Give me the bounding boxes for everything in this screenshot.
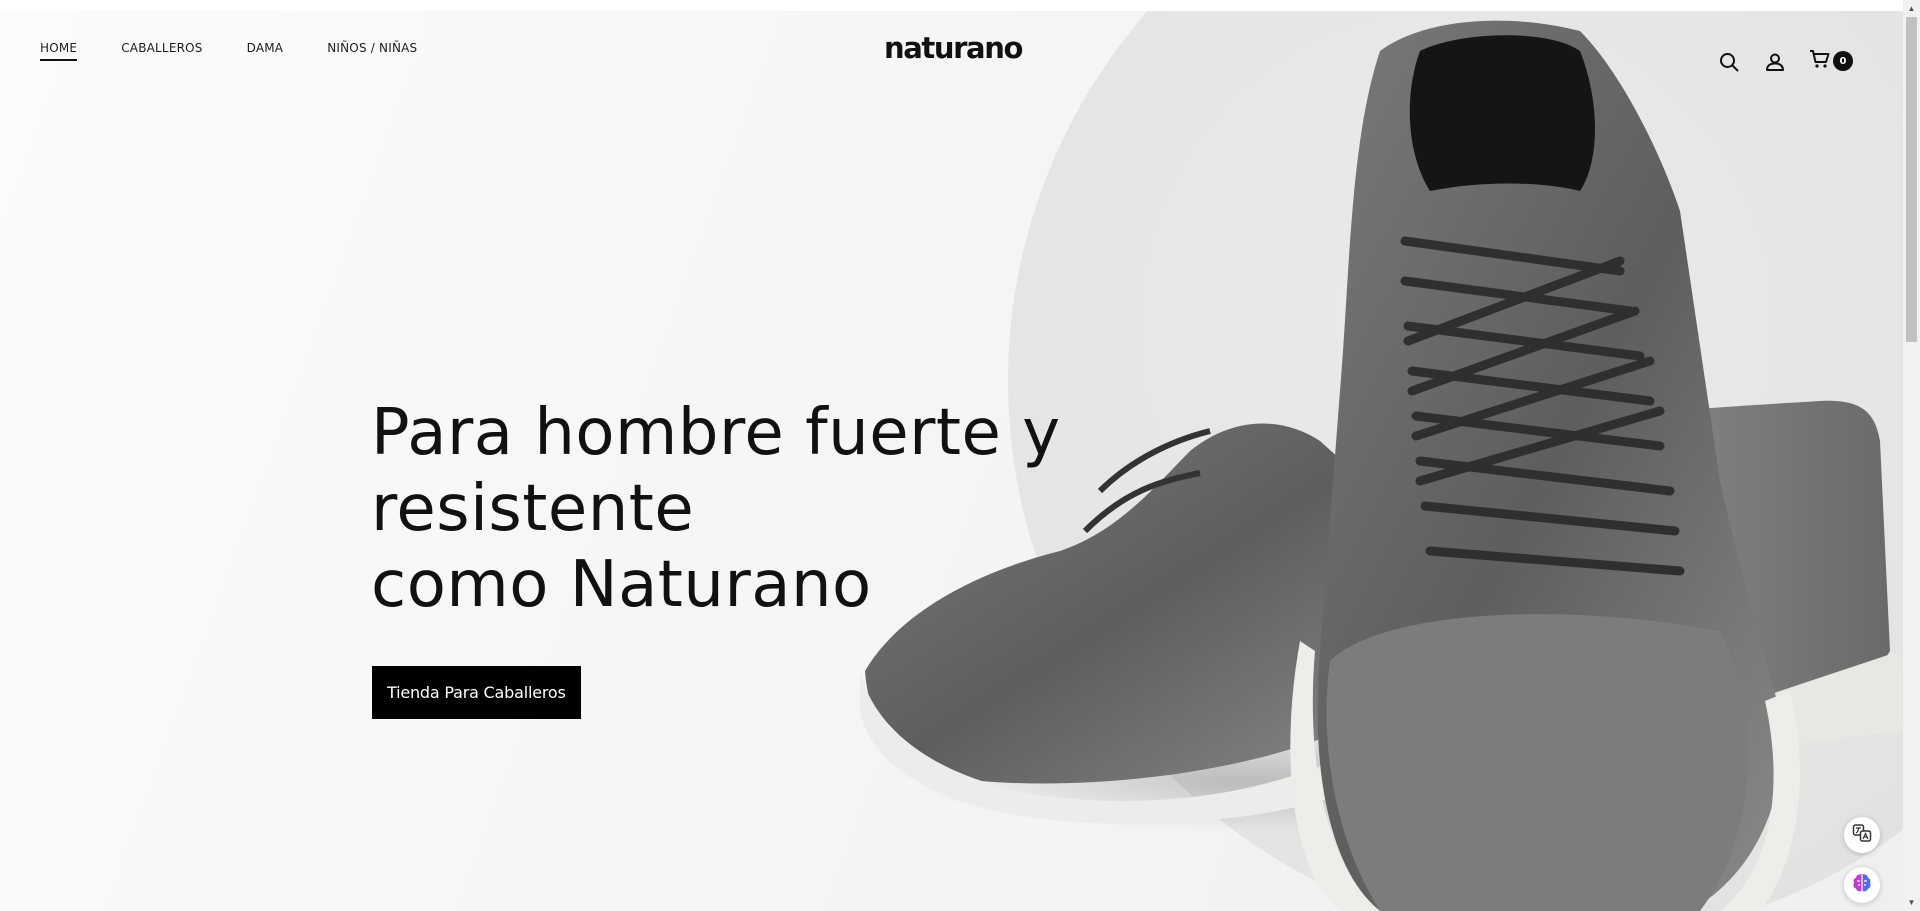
brain-icon [1850, 871, 1874, 900]
hero-title: Para hombre fuerte y resistente como Nat… [371, 395, 1131, 623]
nav-item-caballeros[interactable]: CABALLEROS [121, 41, 202, 61]
ai-assistant-button[interactable] [1844, 867, 1880, 903]
cart-icon [1809, 49, 1831, 74]
scroll-thumb[interactable] [1906, 17, 1917, 342]
user-icon[interactable] [1763, 50, 1787, 74]
hero-title-line: como Naturano [371, 548, 872, 622]
main-nav: HOME CABALLEROS DAMA NIÑOS / NIÑAS [40, 41, 417, 61]
scroll-up-icon[interactable]: ▲ [1903, 0, 1920, 17]
cart-button[interactable]: 0 [1809, 49, 1853, 74]
translate-widget-button[interactable] [1844, 817, 1880, 853]
nav-item-home[interactable]: HOME [40, 41, 78, 61]
site-header: HOME CABALLEROS DAMA NIÑOS / NIÑAS natur… [0, 11, 1903, 91]
hero-title-line: resistente [371, 472, 695, 546]
page: HOME CABALLEROS DAMA NIÑOS / NIÑAS natur… [0, 11, 1903, 911]
top-strip [0, 0, 1920, 11]
search-icon[interactable] [1717, 50, 1741, 74]
scroll-down-icon[interactable]: ▼ [1903, 894, 1920, 911]
logo[interactable]: naturano [878, 31, 1028, 65]
translate-icon [1852, 823, 1872, 848]
shop-men-button[interactable]: Tienda Para Caballeros [372, 666, 581, 719]
hero-title-line: Para hombre fuerte y [371, 396, 1061, 470]
cart-count-badge: 0 [1833, 51, 1853, 71]
nav-item-dama[interactable]: DAMA [247, 41, 284, 61]
header-actions: 0 [1717, 49, 1853, 74]
vertical-scrollbar[interactable]: ▲ ▼ [1903, 0, 1920, 911]
nav-item-ninos-ninas[interactable]: NIÑOS / NIÑAS [327, 41, 417, 61]
